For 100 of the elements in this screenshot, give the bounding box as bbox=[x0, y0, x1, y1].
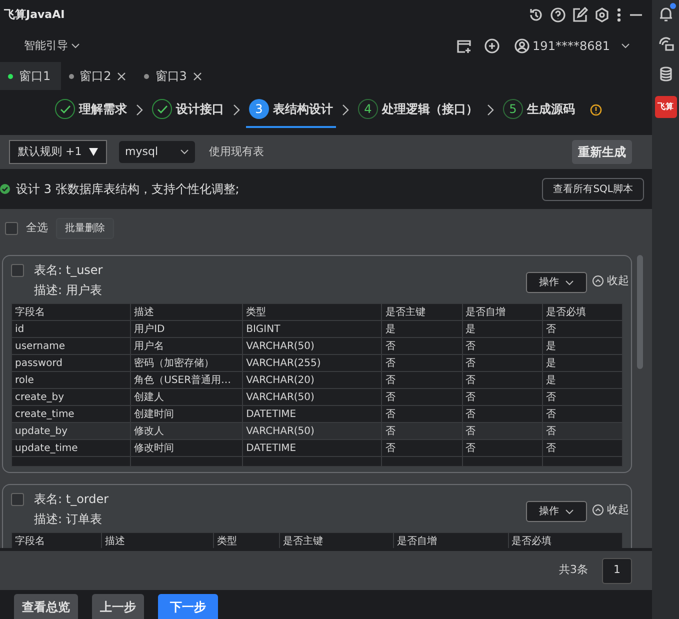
chevron-down-icon bbox=[180, 149, 189, 155]
step-tab[interactable]: 5 生成源码 bbox=[500, 92, 578, 128]
chevron-right-icon bbox=[233, 104, 240, 116]
table-cell: VARCHAR(20) bbox=[242, 372, 382, 388]
table-cell: 否 bbox=[382, 388, 462, 406]
window-tab[interactable]: 窗口3 bbox=[136, 62, 212, 90]
table-row[interactable]: update_time 修改时间 DATETIME 否 否 否 bbox=[12, 440, 622, 456]
new-window-icon[interactable] bbox=[456, 38, 472, 54]
table-description: 描述: 订单表 bbox=[34, 511, 103, 528]
info-icon[interactable] bbox=[590, 104, 602, 116]
table-name: 表名: t_order bbox=[34, 491, 109, 508]
settings-icon[interactable] bbox=[594, 7, 610, 23]
table-cell: 否 bbox=[382, 372, 462, 388]
rule-select[interactable]: 默认规则 +1 bbox=[9, 140, 107, 164]
step-tab[interactable]: 理解需求 bbox=[52, 92, 130, 128]
table-cell: 用户名 bbox=[130, 338, 243, 354]
table-cell: 否 bbox=[382, 422, 462, 440]
table-cell: role bbox=[12, 372, 131, 388]
column-header: 类型 bbox=[242, 304, 382, 320]
view-sql-button[interactable]: 查看所有SQL脚本 bbox=[542, 178, 644, 200]
step-number: 4 bbox=[358, 99, 378, 119]
column-header: 是否自增 bbox=[462, 304, 542, 320]
table-cell: 否 bbox=[542, 388, 622, 406]
footer-button[interactable]: 查看总览 bbox=[14, 594, 78, 619]
footer-button[interactable]: 上一步 bbox=[92, 594, 144, 619]
column-header: 是否主键 bbox=[382, 304, 462, 320]
close-icon[interactable] bbox=[117, 72, 126, 80]
table-checkbox[interactable] bbox=[11, 264, 24, 277]
batch-delete-button[interactable]: 批量删除 bbox=[56, 218, 114, 238]
database-select[interactable]: mysql bbox=[119, 141, 195, 163]
scrollbar[interactable] bbox=[637, 255, 643, 369]
step-tab[interactable]: 4 处理逻辑（接口） bbox=[355, 92, 481, 128]
select-all-checkbox[interactable] bbox=[5, 222, 18, 234]
table-cell: password bbox=[12, 354, 131, 372]
close-icon[interactable] bbox=[192, 72, 202, 80]
step-tab[interactable]: 设计接口 bbox=[149, 92, 227, 128]
select-all-label: 全选 bbox=[26, 220, 48, 236]
collapse-icon bbox=[592, 275, 604, 288]
table-cell: 否 bbox=[382, 440, 462, 456]
database-icon[interactable] bbox=[658, 66, 674, 82]
table-cell: 创建人 bbox=[130, 388, 243, 406]
column-header: 是否必填 bbox=[542, 304, 622, 320]
table-row[interactable]: username 用户名 VARCHAR(50) 否 否 是 bbox=[12, 338, 622, 354]
next-button[interactable]: 下一步 bbox=[158, 594, 218, 619]
app-title: 飞算JavaAI bbox=[4, 6, 65, 23]
step-number: 3 bbox=[249, 99, 269, 119]
table-cell: 否 bbox=[462, 440, 542, 456]
chevron-down-icon bbox=[71, 43, 80, 49]
table-checkbox[interactable] bbox=[11, 493, 24, 506]
table-cell: username bbox=[12, 338, 131, 354]
column-header: 字段名 bbox=[12, 304, 131, 320]
help-icon[interactable] bbox=[550, 7, 566, 23]
notification-icon[interactable] bbox=[658, 4, 674, 22]
info-message: 设计 3 张数据库表结构，支持个性化调整; bbox=[16, 181, 240, 198]
table-cell: 修改时间 bbox=[130, 440, 243, 456]
table-cell: 否 bbox=[542, 440, 622, 456]
page-number[interactable]: 1 bbox=[602, 558, 632, 584]
chevron-right-icon bbox=[136, 104, 143, 116]
more-icon[interactable] bbox=[616, 7, 622, 23]
collapse-button[interactable]: 收起 bbox=[590, 502, 631, 518]
table-cell: 是 bbox=[542, 354, 622, 372]
table-cell: DATETIME bbox=[242, 440, 382, 456]
guide-dropdown[interactable]: 智能引导 bbox=[22, 36, 82, 56]
caret-icon bbox=[89, 148, 98, 156]
table-cell: 否 bbox=[382, 354, 462, 372]
chevron-right-icon bbox=[487, 104, 494, 116]
step-number: 5 bbox=[503, 99, 523, 119]
collapse-button[interactable]: 收起 bbox=[590, 273, 631, 290]
window-tab[interactable]: 窗口1 bbox=[0, 62, 61, 90]
table-cell: 否 bbox=[462, 338, 542, 354]
edit-icon[interactable] bbox=[572, 7, 588, 23]
actions-dropdown[interactable]: 操作 bbox=[526, 501, 587, 522]
step-tab[interactable]: 3 表结构设计 bbox=[246, 92, 336, 128]
table-cell: 否 bbox=[462, 354, 542, 372]
table-cell: 修改人 bbox=[130, 422, 243, 440]
table-cell: update_time bbox=[12, 440, 131, 456]
table-cell: 密码（加密存储） bbox=[130, 354, 243, 372]
table-row[interactable]: role 角色（USER普通用… VARCHAR(20) 否 否 是 bbox=[12, 372, 622, 388]
table-cell: 是 bbox=[462, 320, 542, 338]
history-icon[interactable] bbox=[528, 7, 544, 23]
regenerate-button[interactable]: 重新生成 bbox=[572, 140, 632, 164]
actions-dropdown[interactable]: 操作 bbox=[526, 272, 587, 293]
chat-signal-icon[interactable] bbox=[658, 36, 674, 52]
table-cell: 是 bbox=[382, 320, 462, 338]
use-existing-tables-button[interactable]: 使用现有表 bbox=[207, 142, 266, 162]
table-row[interactable]: id 用户ID BIGINT 是 是 否 bbox=[12, 320, 622, 338]
table-row[interactable]: password 密码（加密存储） VARCHAR(255) 否 否 是 bbox=[12, 354, 622, 372]
user-menu[interactable]: 191****8681 bbox=[512, 35, 632, 57]
table-cell: create_by bbox=[12, 388, 131, 406]
chevron-right-icon bbox=[342, 104, 349, 116]
window-tab[interactable]: 窗口2 bbox=[60, 62, 136, 90]
table-row[interactable]: create_by 创建人 VARCHAR(50) 否 否 否 bbox=[12, 388, 622, 406]
app-logo[interactable]: 飞算 bbox=[654, 96, 676, 118]
chevron-down-icon bbox=[565, 508, 574, 514]
table-cell: 否 bbox=[462, 388, 542, 406]
total-count: 共3条 bbox=[559, 562, 588, 578]
table-row[interactable]: update_by 修改人 VARCHAR(50) 否 否 否 bbox=[12, 422, 622, 440]
user-icon bbox=[514, 38, 530, 54]
table-cell: BIGINT bbox=[242, 320, 382, 338]
add-icon[interactable] bbox=[484, 38, 500, 54]
